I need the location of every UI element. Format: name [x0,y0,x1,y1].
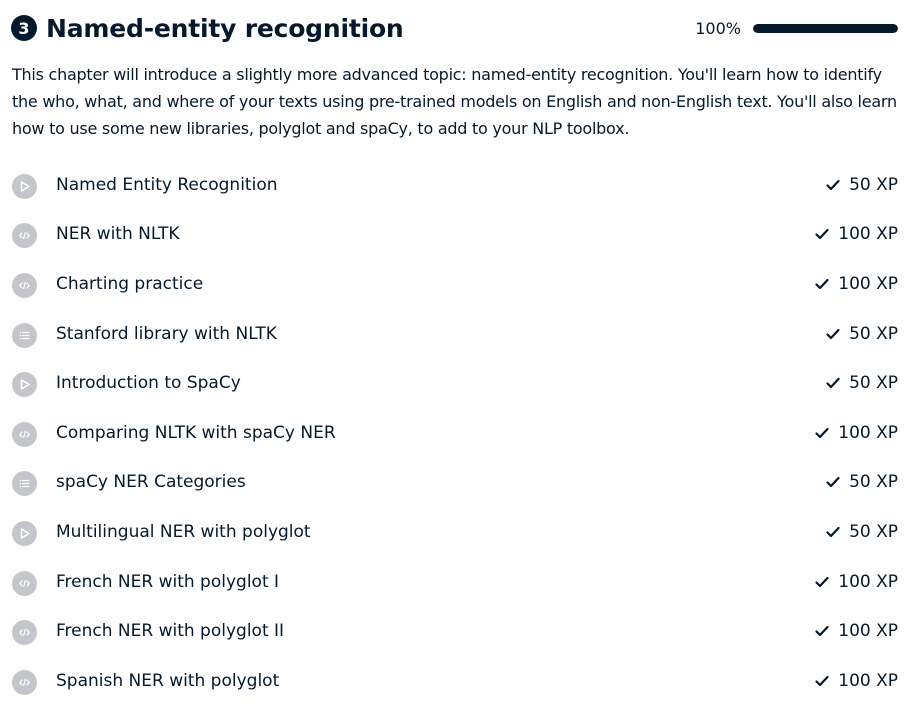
checkmark-icon [826,179,849,191]
exercise-item[interactable]: Stanford library with NLTK 50 XP [0,310,911,360]
exercise-xp: 50 XP [826,175,898,195]
exercise-title[interactable]: spaCy NER Categories [56,472,246,492]
code-icon [12,620,37,646]
chapter-card: 3 Named-entity recognition 100% This cha… [0,0,911,706]
code-icon [12,570,37,596]
checkmark-icon [815,576,838,588]
checkmark-icon [815,228,838,240]
play-icon [12,372,37,398]
exercise-item[interactable]: Named Entity Recognition 50 XP [0,161,911,211]
exercise-item[interactable]: NER with NLTK 100 XP [0,211,911,261]
exercise-xp: 100 XP [815,423,898,443]
chapter-title[interactable]: Named-entity recognition [46,14,404,43]
exercise-item[interactable]: Introduction to SpaCy 50 XP [0,359,911,409]
exercise-item[interactable]: French NER with polyglot I 100 XP [0,558,911,608]
xp-value: 100 XP [838,224,898,245]
list-icon [12,471,37,497]
checkmark-icon [815,278,838,290]
exercise-title[interactable]: Stanford library with NLTK [56,324,277,344]
exercise-title[interactable]: Spanish NER with polyglot [56,671,279,691]
exercise-title[interactable]: Named Entity Recognition [56,175,278,195]
progress-bar-track [753,23,898,33]
exercise-title[interactable]: Comparing NLTK with spaCy NER [56,423,336,443]
list-icon [12,322,37,348]
play-icon [12,520,37,546]
code-icon [12,669,37,695]
exercise-title[interactable]: French NER with polyglot I [56,572,279,592]
code-icon [12,272,37,298]
code-icon [12,421,37,447]
checkmark-icon [815,625,838,637]
exercise-item[interactable]: Spanish NER with polyglot 100 XP [0,657,911,707]
code-icon [12,223,37,249]
chapter-header: 3 Named-entity recognition 100% [11,10,898,46]
exercise-title[interactable]: NER with NLTK [56,224,180,244]
exercise-item[interactable]: Comparing NLTK with spaCy NER 100 XP [0,409,911,459]
xp-value: 50 XP [849,373,898,394]
exercise-item[interactable]: French NER with polyglot II 100 XP [0,607,911,657]
exercise-xp: 100 XP [815,671,898,691]
exercise-item[interactable]: spaCy NER Categories 50 XP [0,459,911,509]
checkmark-icon [826,328,849,340]
exercise-title[interactable]: French NER with polyglot II [56,621,284,641]
exercise-xp: 100 XP [815,224,898,244]
chapter-progress: 100% [695,19,898,38]
checkmark-icon [826,526,849,538]
xp-value: 50 XP [849,323,898,344]
xp-value: 50 XP [849,472,898,493]
exercise-xp: 50 XP [826,373,898,393]
checkmark-icon [815,427,838,439]
exercise-item[interactable]: Charting practice 100 XP [0,260,911,310]
play-icon [12,173,37,199]
exercise-title[interactable]: Charting practice [56,274,203,294]
xp-value: 50 XP [849,521,898,542]
exercise-title[interactable]: Introduction to SpaCy [56,373,241,393]
chapter-number-badge: 3 [11,15,37,41]
xp-value: 50 XP [849,174,898,195]
exercise-list: Named Entity Recognition 50 XP NER with NL… [0,161,911,707]
xp-value: 100 XP [838,273,898,294]
exercise-xp: 50 XP [826,522,898,542]
chapter-description: This chapter will introduce a slightly m… [12,65,897,138]
checkmark-icon [826,476,849,488]
exercise-title[interactable]: Multilingual NER with polyglot [56,522,311,542]
exercise-xp: 100 XP [815,572,898,592]
xp-value: 100 XP [838,571,898,592]
progress-bar-fill [753,23,898,33]
checkmark-icon [815,675,838,687]
xp-value: 100 XP [838,422,898,443]
xp-value: 100 XP [838,621,898,642]
exercise-item[interactable]: Multilingual NER with polyglot 50 XP [0,508,911,558]
exercise-xp: 50 XP [826,324,898,344]
exercise-xp: 100 XP [815,274,898,294]
exercise-xp: 50 XP [826,472,898,492]
xp-value: 100 XP [838,670,898,691]
exercise-xp: 100 XP [815,621,898,641]
progress-percentage: 100% [695,18,741,38]
checkmark-icon [826,377,849,389]
